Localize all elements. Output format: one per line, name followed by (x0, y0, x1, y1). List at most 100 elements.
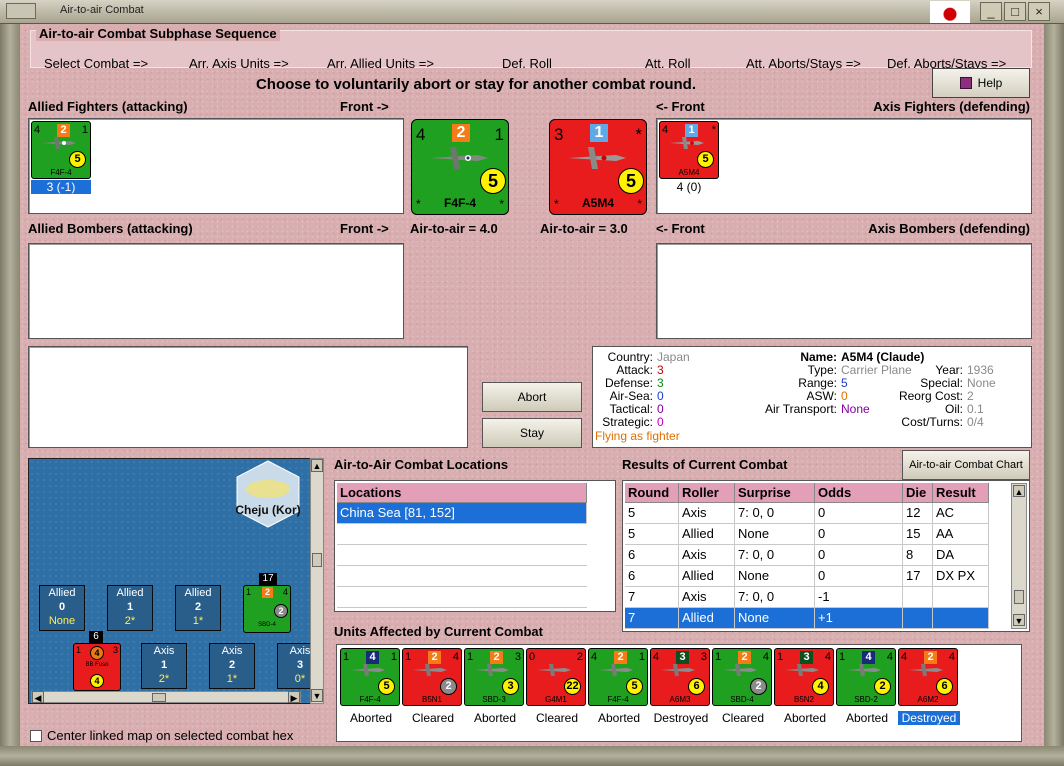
location-row[interactable]: China Sea [81, 152] (337, 503, 587, 524)
affected-unit-counter[interactable]: 0 2 22 G4M1 (526, 648, 586, 706)
allied-bombers-label: Allied Bombers (attacking) (28, 221, 193, 236)
axis-fighters-panel[interactable]: 4 1 * 5 A5M4 4 (0) (656, 118, 1032, 214)
allied-bombers-panel[interactable] (28, 243, 404, 339)
affected-unit-status: Aborted (845, 711, 889, 725)
map-horizontal-scrollbar[interactable]: ◀ ▶ (31, 691, 301, 703)
affected-unit-status: Cleared (721, 711, 765, 725)
plane-icon (661, 664, 695, 676)
results-cell: 0 (815, 545, 903, 565)
affected-unit-counter[interactable]: 4 2 4 6 A6M2 (898, 648, 958, 706)
results-cell: 15 (903, 524, 933, 544)
allied-air-to-air-value: Air-to-air = 4.0 (410, 221, 498, 236)
axis-box-2[interactable]: Axis 2 1* (209, 643, 255, 689)
location-row-empty[interactable] (337, 524, 587, 545)
affected-unit-counter[interactable]: 1 4 4 2 SBD-2 (836, 648, 896, 706)
results-cell (903, 587, 933, 607)
fighter-plane-icon (670, 137, 704, 149)
info-name: A5M4 (Claude) (841, 350, 925, 364)
info-year: 1936 (967, 363, 994, 377)
air-to-air-chart-button[interactable]: Air-to-air Combat Chart (902, 450, 1030, 480)
center-map-checkbox[interactable]: Center linked map on selected combat hex (30, 728, 293, 743)
locations-table[interactable]: Locations China Sea [81, 152] (334, 480, 616, 612)
results-row[interactable]: 6 Allied None 0 17 DX PX (625, 566, 989, 587)
info-air-sea: 0 (657, 389, 664, 403)
title-bar: Air-to-air Combat _ □ × (0, 0, 1064, 24)
scroll-down-icon[interactable]: ▼ (311, 689, 323, 702)
affected-units-panel[interactable]: 1 4 1 5 F4F-4 Aborted 1 2 4 2 B5N1 Cleared 1 2 3 3 SBD-3… (336, 644, 1022, 742)
maximize-icon[interactable]: □ (1004, 2, 1026, 21)
results-cell: 6 (625, 545, 679, 565)
results-row[interactable]: 6 Axis 7: 0, 0 0 8 DA (625, 545, 989, 566)
results-cell: 0 (815, 503, 903, 523)
plane-icon (475, 664, 509, 676)
map-vertical-scrollbar[interactable]: ▲ ▼ (310, 458, 324, 704)
linked-map[interactable]: Cheju (Kor) Allied 0 None Allied 1 2* Al… (28, 458, 318, 704)
scroll-down-icon[interactable]: ▼ (1013, 614, 1025, 626)
results-row[interactable]: 7 Axis 7: 0, 0 -1 (625, 587, 989, 608)
scroll-left-icon[interactable]: ◀ (32, 691, 44, 703)
allied-box-2[interactable]: Allied 2 1* (175, 585, 221, 631)
allied-box-1[interactable]: Allied 1 2* (107, 585, 153, 631)
results-cell: 12 (903, 503, 933, 523)
info-oil: 0.1 (967, 402, 984, 416)
results-cell (903, 608, 933, 628)
affected-unit-counter[interactable]: 1 2 4 2 B5N1 (402, 648, 462, 706)
affected-unit-counter[interactable]: 1 3 4 4 B5N2 (774, 648, 834, 706)
close-icon[interactable]: × (1028, 2, 1050, 21)
map-vscroll-thumb[interactable] (312, 553, 322, 567)
results-scroll-thumb[interactable] (1014, 590, 1024, 604)
step-att-aborts: Att. Aborts/Stays => (746, 56, 861, 71)
info-air-transport: None (841, 402, 870, 416)
abort-button[interactable]: Abort (482, 382, 582, 412)
front-left-label-bombers: <- Front (656, 221, 705, 236)
scroll-right-icon[interactable]: ▶ (288, 691, 300, 703)
location-row-empty[interactable] (337, 587, 587, 608)
results-row[interactable]: 5 Axis 7: 0, 0 0 12 AC (625, 503, 989, 524)
stay-button[interactable]: Stay (482, 418, 582, 448)
allied-fighters-panel[interactable]: 4 2 1 5 F4F-4 3 (-1) (28, 118, 404, 214)
affected-unit-counter[interactable]: 4 3 3 6 A6M3 (650, 648, 710, 706)
location-row-empty[interactable] (337, 566, 587, 587)
results-table[interactable]: Round Roller Surprise Odds Die Result 5A… (622, 480, 1030, 632)
affected-unit-status: Destroyed (898, 711, 960, 725)
axis-stack-count: 6 (89, 631, 103, 643)
info-flying-as: Flying as fighter (595, 429, 680, 443)
allied-stack-counter[interactable]: 1 2 4 2 SBD-4 (243, 585, 291, 633)
location-row-empty[interactable] (337, 545, 587, 566)
allied-fighter-status[interactable]: 3 (-1) (31, 180, 91, 194)
allied-box-0[interactable]: Allied 0 None (39, 585, 85, 631)
front-left-label: <- Front (656, 99, 705, 114)
results-row[interactable]: 7 Allied None +1 (625, 608, 989, 629)
axis-box-1[interactable]: Axis 1 2* (141, 643, 187, 689)
axis-stack-counter[interactable]: 1 4 3 BB Fuso 4 (73, 643, 121, 691)
window-frame-bottom (0, 746, 1064, 766)
affected-unit-status: Cleared (535, 711, 579, 725)
affected-unit-status: Aborted (349, 711, 393, 725)
results-row[interactable]: 5 Allied None 0 15 AA (625, 524, 989, 545)
minimize-icon[interactable]: _ (980, 2, 1002, 21)
info-tactical: 0 (657, 402, 664, 416)
info-strategic: 0 (657, 415, 664, 429)
results-header: Round Roller Surprise Odds Die Result (625, 483, 989, 503)
affected-unit-status: Destroyed (653, 711, 709, 725)
results-cell: 7: 0, 0 (735, 503, 815, 523)
results-cell: +1 (815, 608, 903, 628)
affected-unit-counter[interactable]: 1 2 3 3 SBD-3 (464, 648, 524, 706)
affected-unit-counter[interactable]: 1 4 1 5 F4F-4 (340, 648, 400, 706)
step-arrange-axis: Arr. Axis Units => (189, 56, 289, 71)
plane-icon (847, 664, 881, 676)
axis-bombers-panel[interactable] (656, 243, 1032, 339)
map-hscroll-thumb[interactable] (152, 693, 166, 702)
help-button[interactable]: Help (932, 68, 1030, 98)
affected-unit-counter[interactable]: 4 2 1 5 F4F-4 (588, 648, 648, 706)
results-cell: 8 (903, 545, 933, 565)
results-cell: AA (933, 524, 989, 544)
allied-fighter-counter[interactable]: 4 2 1 5 F4F-4 (31, 121, 91, 179)
affected-unit-counter[interactable]: 1 2 4 2 SBD-4 (712, 648, 772, 706)
results-scrollbar[interactable]: ▲ ▼ (1011, 483, 1027, 629)
scroll-up-icon[interactable]: ▲ (311, 459, 323, 472)
scroll-up-icon[interactable]: ▲ (1013, 485, 1025, 497)
axis-fighter-counter[interactable]: 4 1 * 5 A5M4 (659, 121, 719, 179)
checkbox-box[interactable] (30, 730, 42, 742)
system-menu-button[interactable] (6, 3, 36, 19)
